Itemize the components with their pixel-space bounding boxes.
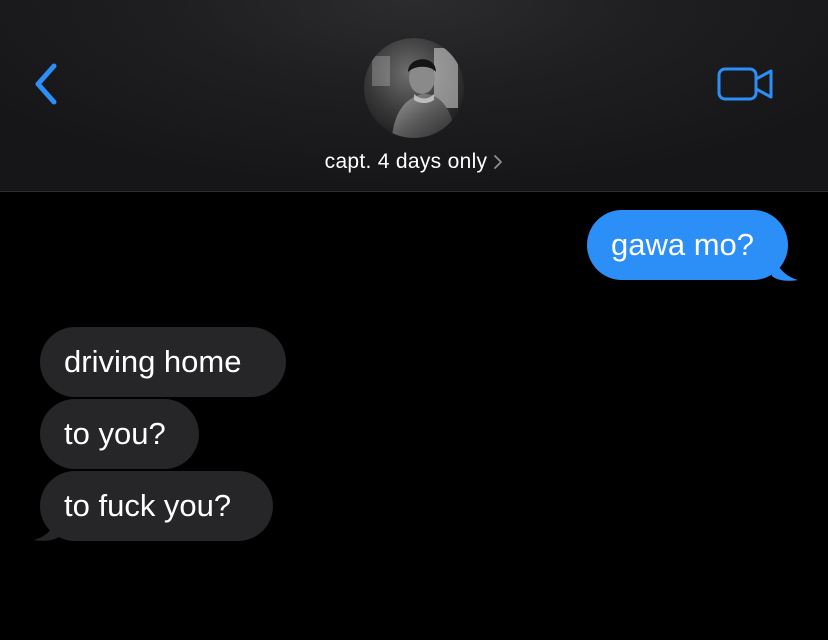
message-text: driving home [64, 344, 242, 379]
contact-info-button[interactable]: capt. 4 days only [0, 148, 828, 176]
avatar-photo [364, 38, 464, 138]
message-text: to fuck you? [64, 488, 232, 523]
contact-name: capt. 4 days only [324, 150, 488, 173]
chevron-left-icon [35, 63, 57, 105]
message-text: to you? [64, 416, 166, 451]
incoming-message-bubble[interactable]: to you? [40, 399, 199, 469]
message-text: gawa mo? [611, 227, 755, 262]
video-camera-icon [717, 67, 773, 101]
incoming-message-bubble[interactable]: to fuck you? [40, 471, 273, 541]
incoming-message-bubble[interactable]: driving home [40, 327, 286, 397]
messages-screen: capt. 4 days only gawa mo? driving home … [0, 0, 828, 640]
outgoing-message-bubble[interactable]: gawa mo? [587, 210, 788, 280]
facetime-video-button[interactable] [716, 64, 776, 104]
back-button[interactable] [28, 60, 68, 108]
conversation-header: capt. 4 days only [0, 0, 828, 192]
contact-avatar[interactable] [364, 38, 464, 138]
chevron-right-icon [494, 155, 503, 169]
